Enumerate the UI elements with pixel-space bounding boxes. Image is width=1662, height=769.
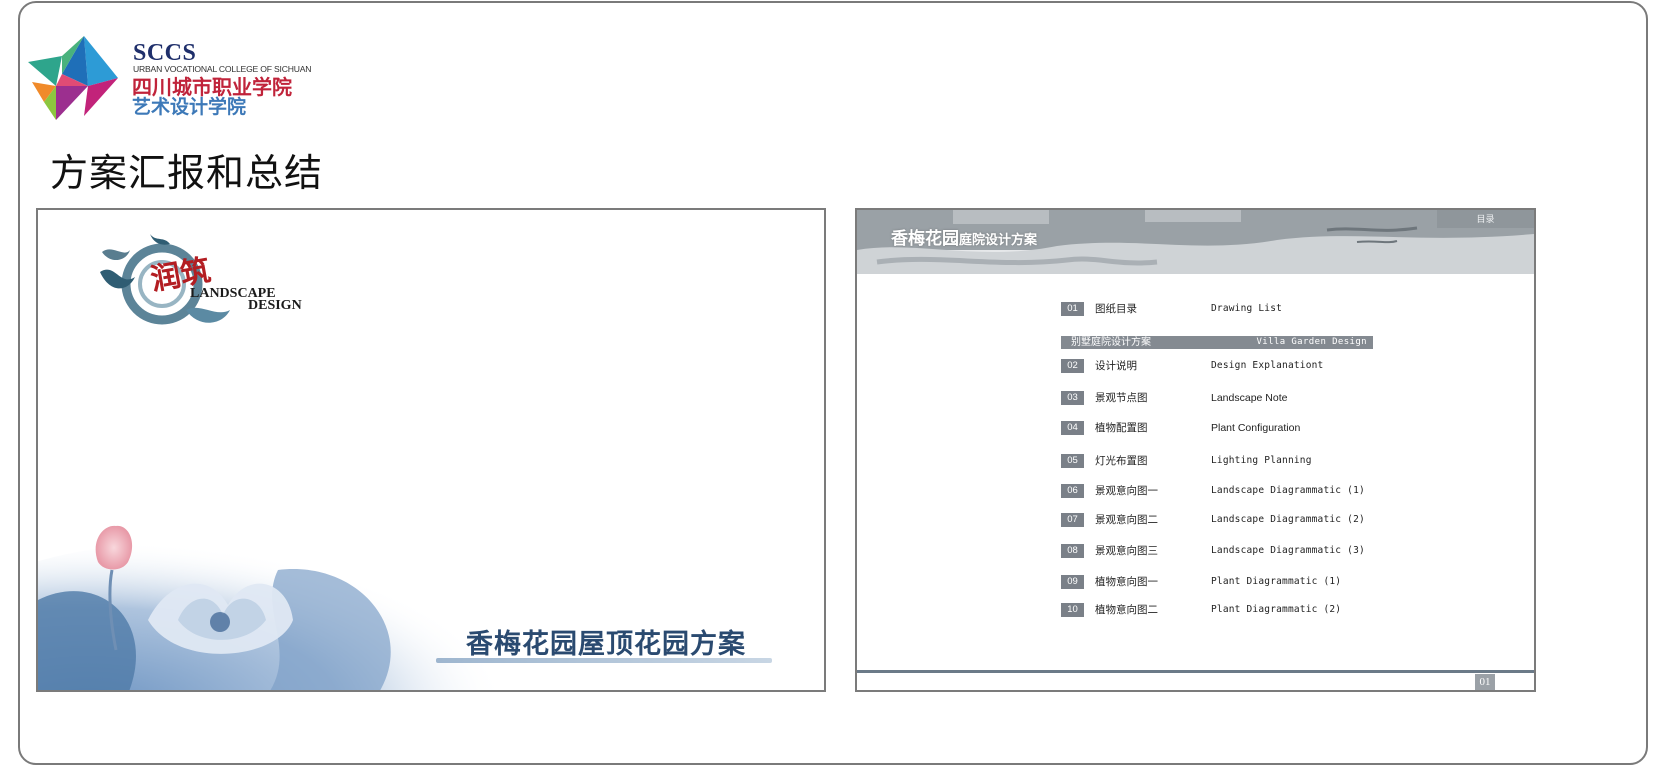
toc-item-en: Plant Configuration [1211,422,1301,434]
toc-item-en: Plant Diagrammatic (2) [1211,604,1342,615]
toc-item-number: 06 [1061,484,1084,498]
toc-item-number: 05 [1061,454,1084,468]
toc-section-en: Villa Garden Design [1256,337,1367,347]
toc-item-number: 01 [1061,302,1084,316]
toc-item-cn: 植物意向图二 [1095,604,1158,616]
toc-item-cn: 景观意向图一 [1095,485,1158,497]
cover-title: 香梅花园屋顶花园方案 [466,629,746,659]
lotus-illustration [38,525,498,690]
toc-tab: 目录 [1437,210,1534,228]
toc-item-en: Landscape Diagrammatic (1) [1211,485,1365,496]
toc-item-cn: 景观意向图三 [1095,545,1158,557]
school-logo: SCCS URBAN VOCATIONAL COLLEGE OF SICHUAN… [26,34,326,124]
toc-header-title-small: 庭院设计方案 [959,232,1038,247]
toc-section-bar: 别墅庭院设计方案 Villa Garden Design [1061,336,1373,349]
toc-item-en: Lighting Planning [1211,455,1312,466]
toc-item-en: Landscape Diagrammatic (3) [1211,545,1365,556]
toc-item-cn: 景观意向图二 [1095,514,1158,526]
toc-item-number: 04 [1061,421,1084,435]
school-dept: 艺术设计学院 [132,97,247,118]
toc-item-number: 07 [1061,513,1084,527]
cover-slide[interactable]: 润筑 LANDSCAPE DESIGN 香梅花园屋顶花园方案 [36,208,826,692]
toc-item-cn: 景观节点图 [1095,392,1148,404]
toc-section-cn: 别墅庭院设计方案 [1071,337,1151,348]
toc-page-number: 01 [1475,674,1495,690]
toc-item-number: 09 [1061,575,1084,589]
toc-item-number: 08 [1061,544,1084,558]
toc-item-en: Landscape Diagrammatic (2) [1211,514,1365,525]
toc-slide[interactable]: 香梅花园庭院设计方案 目录 01 图纸目录 Drawing List 别墅庭院设… [855,208,1536,692]
page-title: 方案汇报和总结 [50,151,324,195]
toc-item-number: 03 [1061,391,1084,405]
toc-header-title-big: 香梅花园 [891,229,959,248]
toc-item-cn: 植物意向图一 [1095,576,1158,588]
toc-item-number: 10 [1061,603,1084,617]
brand-en-line2: DESIGN [248,298,302,313]
toc-item-cn: 图纸目录 [1095,303,1137,315]
toc-footer-line [857,670,1534,673]
toc-item-en: Design Explanationt [1211,360,1324,371]
toc-header-title: 香梅花园庭院设计方案 [891,224,1037,249]
school-emblem-icon [28,36,118,120]
toc-item-cn: 设计说明 [1095,360,1137,372]
toc-item-en: Plant Diagrammatic (1) [1211,576,1342,587]
toc-item-cn: 灯光布置图 [1095,455,1148,467]
toc-item-cn: 植物配置图 [1095,422,1148,434]
toc-item-en: Drawing List [1211,303,1283,314]
cover-title-underline [436,658,772,663]
toc-item-number: 02 [1061,359,1084,373]
school-abbr: SCCS [133,40,197,66]
toc-item-en: Landscape Note [1211,392,1288,404]
